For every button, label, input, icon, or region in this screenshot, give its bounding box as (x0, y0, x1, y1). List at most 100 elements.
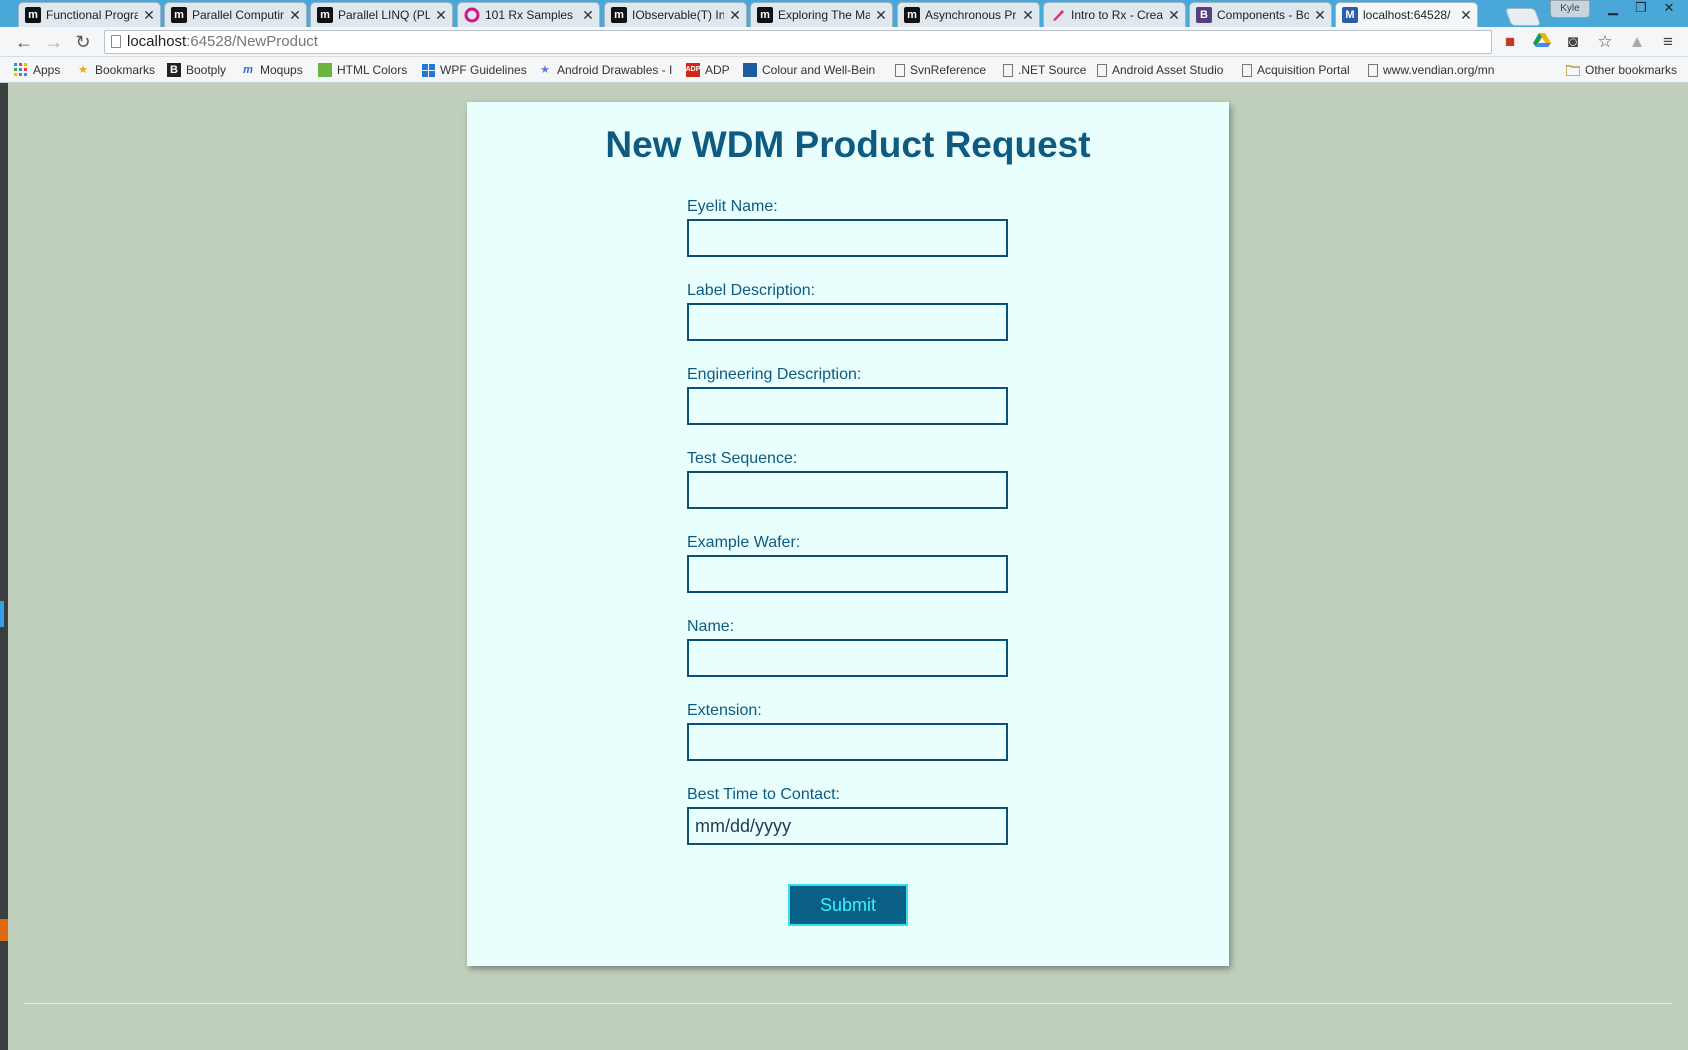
browser-tab[interactable]: m IObservable(T) In ✕ (604, 2, 747, 27)
tab-title: Asynchronous Pr (925, 8, 1017, 22)
bookmark-label: SvnReference (910, 63, 987, 77)
browser-tab[interactable]: 101 Rx Samples - ✕ (457, 2, 600, 27)
bookmark-link[interactable]: WPF Guidelines (421, 61, 527, 79)
bookmark-extension-icon[interactable]: ■ (1500, 32, 1520, 52)
page-icon (111, 35, 121, 48)
tab-close-icon[interactable]: ✕ (288, 7, 302, 24)
tab-close-icon[interactable]: ✕ (1167, 7, 1181, 24)
bookmark-link[interactable]: .NET Source (1003, 61, 1086, 79)
tab-close-icon[interactable]: ✕ (142, 7, 156, 24)
bookmarks-bar: Apps ★ Bookmarks B Bootply m Moqups HTML… (0, 57, 1688, 83)
new-tab-button[interactable] (1504, 8, 1542, 26)
browser-tab[interactable]: B Components - Bo ✕ (1189, 2, 1332, 27)
tab-title: localhost:64528/ (1363, 8, 1451, 22)
tab-close-icon[interactable]: ✕ (728, 7, 742, 24)
star-bookmark-icon[interactable]: ☆ (1595, 32, 1615, 52)
tab-close-icon[interactable]: ✕ (1459, 7, 1473, 24)
browser-tab[interactable]: Intro to Rx - Crea ✕ (1043, 2, 1186, 27)
medium-favicon-icon: m (757, 7, 773, 23)
bookmark-link[interactable]: SvnReference (895, 61, 986, 79)
bookmark-link[interactable]: ADP ADP (686, 61, 730, 79)
close-window-icon[interactable]: ✕ (1656, 0, 1682, 18)
browser-tab[interactable]: m Asynchronous Pr ✕ (897, 2, 1040, 27)
star-icon: ★ (78, 64, 88, 76)
window-controls: Kyle ▁ ❐ ✕ (1550, 0, 1682, 18)
google-drive-icon[interactable] (1532, 32, 1552, 52)
bookmark-label: HTML Colors (337, 63, 408, 77)
footer-divider (24, 1003, 1672, 1004)
bookmark-link[interactable]: Acquisition Portal (1242, 61, 1350, 79)
pocket-icon[interactable]: ◙ (1563, 32, 1583, 52)
restore-icon[interactable]: ❐ (1628, 0, 1654, 18)
drive-extension-icon[interactable]: ▲ (1627, 32, 1647, 52)
tab-title: IObservable(T) In (632, 8, 724, 22)
bookmark-label: WPF Guidelines (440, 63, 527, 77)
browser-tab[interactable]: m Parallel LINQ (PLI ✕ (310, 2, 453, 27)
medium-favicon-icon: m (25, 7, 41, 23)
profile-button[interactable]: Kyle (1550, 0, 1590, 18)
bookmark-label: Android Asset Studio (1112, 63, 1224, 77)
bookmark-link[interactable]: m Moqups (241, 61, 303, 79)
tab-strip: m Functional Progra ✕ m Parallel Computi… (0, 0, 1688, 27)
page-icon (1003, 63, 1013, 77)
windows-icon (421, 63, 435, 77)
palette-icon (318, 63, 332, 77)
browser-tab-active[interactable]: M localhost:64528/ ✕ (1335, 2, 1478, 27)
desktop-edge (0, 83, 8, 1050)
medium-favicon-icon: m (904, 7, 920, 23)
extension-input[interactable] (687, 723, 1008, 761)
bookmark-folder[interactable]: ★ Bookmarks (76, 61, 155, 79)
bookmark-link[interactable]: Colour and Well-Bein (743, 61, 875, 79)
address-bar[interactable]: localhost:64528/NewProduct (104, 30, 1492, 54)
bookmark-label: Apps (33, 63, 61, 77)
eyelit-name-label: Eyelit Name: (687, 198, 778, 215)
tab-close-icon[interactable]: ✕ (434, 7, 448, 24)
page-title: New WDM Product Request (605, 124, 1091, 165)
engineering-description-input[interactable] (687, 387, 1008, 425)
eyelit-name-input[interactable] (687, 219, 1008, 257)
forward-arrow-icon[interactable]: → (42, 31, 66, 53)
medium-favicon-icon: m (611, 7, 627, 23)
url-path: :64528/NewProduct (186, 33, 318, 50)
name-input[interactable] (687, 639, 1008, 677)
folder-icon (1566, 63, 1580, 77)
pen-icon (1050, 7, 1066, 23)
tab-close-icon[interactable]: ✕ (1021, 7, 1035, 24)
submit-button[interactable]: Submit (788, 884, 908, 926)
bookmark-link[interactable]: www.vendian.org/mn (1368, 61, 1503, 79)
tab-close-icon[interactable]: ✕ (874, 7, 888, 24)
bookmark-apps[interactable]: Apps (14, 61, 60, 79)
bookmark-link[interactable]: B Bootply (167, 61, 226, 79)
bookmark-label: Android Drawables - I (557, 63, 673, 77)
tab-list: m Functional Progra ✕ m Parallel Computi… (8, 2, 1548, 27)
browser-tab[interactable]: m Parallel Computin ✕ (164, 2, 307, 27)
browser-tab[interactable]: m Functional Progra ✕ (18, 2, 161, 27)
product-request-form: New WDM Product Request Eyelit Name: Lab… (467, 102, 1229, 966)
minimize-icon[interactable]: ▁ (1600, 0, 1626, 18)
bookmark-link[interactable]: ★ Android Drawables - I (538, 61, 672, 79)
tab-close-icon[interactable]: ✕ (1313, 7, 1327, 24)
page-icon (1097, 63, 1107, 77)
reload-icon[interactable]: ↻ (71, 31, 95, 53)
bookmark-label: Bootply (186, 63, 227, 77)
example-wafer-input[interactable] (687, 555, 1008, 593)
medium-favicon-icon: m (171, 7, 187, 23)
test-sequence-label: Test Sequence: (687, 450, 798, 467)
best-time-to-contact-date-input[interactable] (687, 807, 1008, 845)
bookmark-label: ADP (705, 63, 730, 77)
browser-tab[interactable]: m Exploring The Ma ✕ (750, 2, 893, 27)
other-bookmarks[interactable]: Other bookmarks (1566, 61, 1677, 79)
bootstrap-icon: B (1196, 7, 1212, 23)
bookmark-link[interactable]: HTML Colors (318, 61, 407, 79)
test-sequence-input[interactable] (687, 471, 1008, 509)
chart-icon (743, 63, 757, 77)
menu-icon[interactable]: ≡ (1658, 32, 1678, 52)
medium-favicon-icon: m (317, 7, 333, 23)
label-description-input[interactable] (687, 303, 1008, 341)
extension-label: Extension: (687, 702, 762, 719)
bookmark-label: Moqups (260, 63, 303, 77)
bookmark-link[interactable]: Android Asset Studio (1097, 61, 1223, 79)
browser-toolbar: ← → ↻ localhost:64528/NewProduct ■ ◙ ☆ ▲… (0, 27, 1688, 57)
back-arrow-icon[interactable]: ← (12, 31, 36, 53)
tab-close-icon[interactable]: ✕ (581, 7, 595, 24)
